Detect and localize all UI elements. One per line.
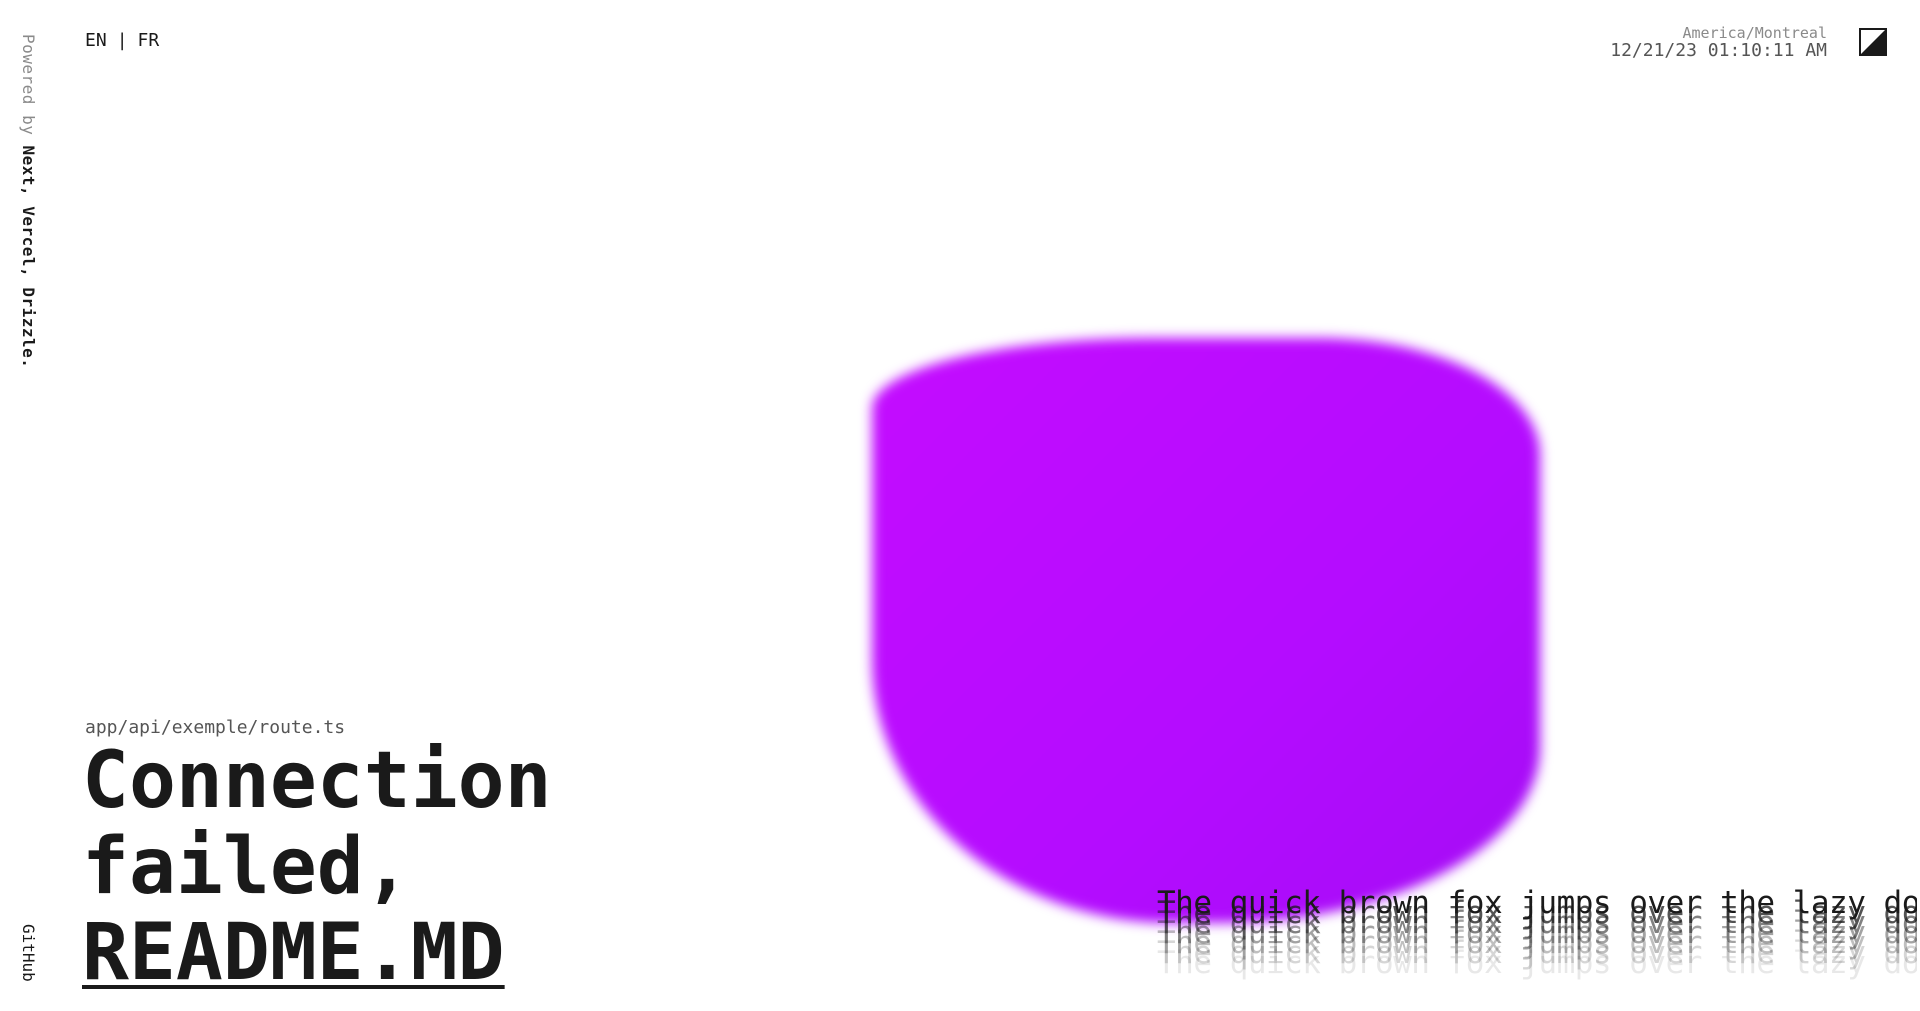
powered-by-credit: Powered by Next, Vercel, Drizzle.	[19, 34, 38, 368]
route-path: app/api/exemple/route.ts	[85, 717, 346, 738]
headline: Connection failed, README.MD	[82, 738, 552, 996]
lang-separator: |	[116, 30, 128, 51]
clock: America/Montreal 12/21/23 01:10:11 AM	[1610, 25, 1827, 61]
lang-fr-button[interactable]: FR	[138, 30, 160, 51]
gradient-blob	[872, 338, 1540, 923]
powered-by-prefix: Powered by	[19, 34, 38, 146]
language-switcher: EN | FR	[85, 30, 159, 51]
echo-text: The quick brown fox jumps over the lazy …	[1157, 888, 1917, 998]
page: Powered by Next, Vercel, Drizzle. GitHub…	[0, 0, 1920, 1011]
powered-by-tech: Next, Vercel, Drizzle.	[19, 145, 38, 369]
theme-toggle-button[interactable]	[1859, 28, 1887, 56]
echo-line-main: The quick brown fox jumps over the lazy …	[1157, 888, 1917, 921]
lang-en-button[interactable]: EN	[85, 30, 107, 51]
contrast-icon	[1859, 28, 1887, 56]
headline-line-2: failed,	[82, 822, 411, 912]
readme-link[interactable]: README.MD	[82, 908, 505, 998]
headline-line-1: Connection	[82, 736, 552, 826]
clock-datetime: 12/21/23 01:10:11 AM	[1610, 39, 1827, 61]
github-link[interactable]: GitHub	[19, 924, 38, 982]
